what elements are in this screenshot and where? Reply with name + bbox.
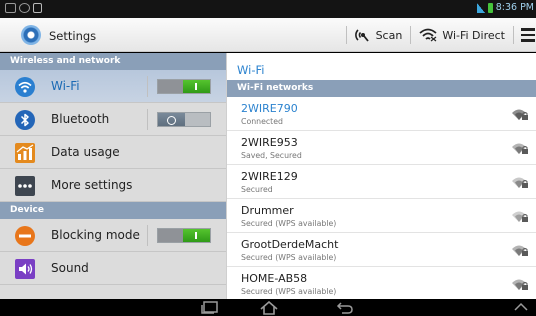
wifi-network-list: 2WIRE790 Connected 2WIRE953 Saved, Secur…	[227, 97, 536, 299]
wifi-toggle[interactable]	[157, 79, 211, 94]
network-item[interactable]: HOME-AB58 Secured (WPS available)	[227, 267, 536, 299]
network-name: Drummer	[241, 204, 294, 217]
battery-icon	[487, 2, 493, 13]
scan-label: Scan	[375, 28, 403, 42]
wifi-direct-icon	[419, 28, 437, 42]
section-header-device: Device	[0, 202, 226, 219]
network-item[interactable]: 2WIRE790 Connected	[227, 97, 536, 131]
bluetooth-icon	[15, 110, 35, 130]
status-bar: 8:36 PM	[0, 0, 536, 18]
settings-app-icon[interactable]	[21, 25, 41, 45]
wifi-signal-status-icon	[476, 2, 485, 13]
wifi-panel-title: Wi-Fi	[237, 63, 265, 77]
blocking-mode-icon	[15, 226, 35, 246]
sync-notification-icon	[19, 3, 30, 13]
network-name: 2WIRE790	[241, 102, 298, 115]
wifi-icon	[15, 77, 35, 97]
wifi-signal-lock-icon	[512, 177, 528, 188]
bluetooth-toggle[interactable]	[157, 112, 211, 127]
wifi-signal-lock-icon	[512, 143, 528, 154]
network-name: 2WIRE953	[241, 136, 298, 149]
network-status: Saved, Secured	[241, 151, 302, 160]
screenshot-notification-icon	[5, 3, 16, 13]
notification-icons	[5, 3, 42, 13]
divider	[345, 26, 347, 44]
data-usage-icon	[15, 143, 35, 163]
flag-notification-icon	[33, 3, 42, 13]
status-time: 8:36 PM	[495, 2, 534, 13]
network-name: HOME-AB58	[241, 272, 308, 285]
settings-categories-panel: Wireless and network Wi-Fi Bluetooth Dat…	[0, 53, 226, 299]
network-item[interactable]: 2WIRE129 Secured	[227, 165, 536, 199]
recent-apps-icon[interactable]	[201, 301, 219, 314]
system-navigation-bar	[0, 299, 536, 316]
settings-item-label: Blocking mode	[51, 228, 140, 242]
network-status: Connected	[241, 117, 283, 126]
network-name: 2WIRE129	[241, 170, 298, 183]
scan-icon	[354, 29, 369, 42]
settings-item-bluetooth[interactable]: Bluetooth	[0, 103, 226, 136]
wifi-detail-panel: Wi-Fi Wi-Fi networks 2WIRE790 Connected …	[226, 53, 536, 299]
more-settings-icon	[15, 176, 35, 196]
sound-icon	[15, 259, 35, 279]
back-icon[interactable]	[336, 301, 354, 314]
blocking-mode-toggle[interactable]	[157, 228, 211, 243]
network-status: Secured (WPS available)	[241, 219, 337, 228]
divider	[410, 26, 412, 44]
network-status: Secured	[241, 185, 273, 194]
settings-item-label: Bluetooth	[51, 112, 110, 126]
wifi-direct-button[interactable]: Wi-Fi Direct	[417, 18, 507, 52]
network-item[interactable]: GrootDerdeMacht Secured (WPS available)	[227, 233, 536, 267]
network-name: GrootDerdeMacht	[241, 238, 339, 251]
settings-item-label: Data usage	[51, 145, 120, 159]
chevron-up-icon[interactable]	[513, 301, 529, 313]
network-status: Secured (WPS available)	[241, 253, 337, 262]
settings-item-more-settings[interactable]: More settings	[0, 169, 226, 202]
network-item[interactable]: Drummer Secured (WPS available)	[227, 199, 536, 233]
wifi-signal-lock-icon	[512, 211, 528, 222]
wifi-signal-lock-icon	[512, 109, 528, 120]
divider	[513, 26, 514, 44]
scan-button[interactable]: Scan	[353, 18, 405, 52]
wifi-networks-header: Wi-Fi networks	[227, 80, 536, 97]
settings-item-label: More settings	[51, 178, 133, 192]
settings-item-data-usage[interactable]: Data usage	[0, 136, 226, 169]
wifi-direct-label: Wi-Fi Direct	[442, 28, 505, 42]
overflow-menu-icon[interactable]	[520, 18, 536, 52]
wifi-signal-lock-icon	[512, 279, 528, 290]
settings-item-label: Sound	[51, 261, 89, 275]
settings-item-blocking-mode[interactable]: Blocking mode	[0, 219, 226, 252]
settings-item-label: Wi-Fi	[51, 79, 80, 93]
page-title: Settings	[49, 29, 97, 43]
section-header-wireless: Wireless and network	[0, 53, 226, 70]
settings-item-sound[interactable]: Sound	[0, 252, 226, 285]
network-status: Secured (WPS available)	[241, 287, 337, 296]
wifi-signal-lock-icon	[512, 245, 528, 256]
action-bar: Settings Scan Wi-Fi Direct	[0, 18, 536, 52]
home-icon[interactable]	[259, 301, 279, 315]
network-item[interactable]: 2WIRE953 Saved, Secured	[227, 131, 536, 165]
settings-item-wifi[interactable]: Wi-Fi	[0, 70, 226, 103]
